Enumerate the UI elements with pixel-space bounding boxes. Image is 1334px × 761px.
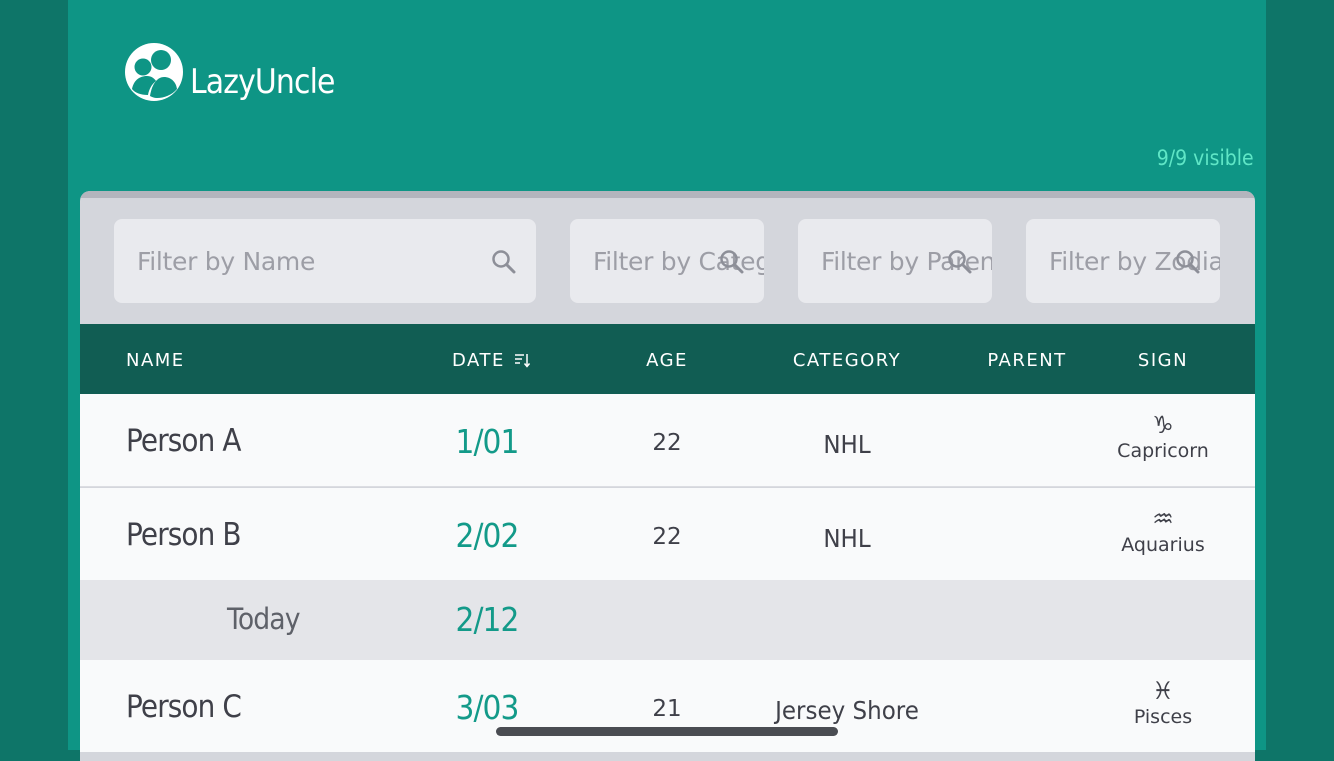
person-category: NHL (823, 524, 871, 553)
person-age: 22 (652, 524, 682, 550)
capricorn-icon: ♑ (1152, 411, 1174, 439)
table-panel: NAME DATE AGE CATEGORY PARENT SIGN Perso… (80, 191, 1255, 761)
table-row[interactable]: Person A 1/01 22 NHL ♑ Capricorn (80, 394, 1255, 487)
table-row[interactable]: Person C 3/03 21 Jersey Shore ♓ Pisces (80, 660, 1255, 752)
app-container: LazyUncle 9/9 visible Filter by Name Fil… (68, 0, 1266, 761)
pisces-icon: ♓ (1152, 677, 1174, 705)
filter-category-field[interactable] (570, 219, 764, 303)
search-icon (720, 250, 744, 274)
today-date: 2/12 (455, 600, 519, 639)
filter-parent-field[interactable] (798, 219, 992, 303)
person-category: Jersey Shore (775, 696, 919, 725)
zodiac-sign: ♒ Aquarius (1121, 506, 1204, 558)
search-icon (492, 250, 516, 274)
person-age: 22 (652, 430, 682, 456)
sort-descending-icon (515, 354, 531, 368)
person-age: 21 (652, 696, 682, 722)
aquarius-icon: ♒ (1152, 505, 1174, 533)
person-name: Person B (126, 517, 241, 553)
birthday-date: 1/01 (455, 422, 519, 461)
zodiac-sign-name: Pisces (1133, 706, 1193, 728)
person-name: Person C (126, 689, 242, 725)
filter-zodiac-field[interactable] (1026, 219, 1220, 303)
table-header: NAME DATE AGE CATEGORY PARENT SIGN (80, 324, 1255, 394)
app-title: LazyUncle (190, 62, 335, 102)
column-header-name[interactable]: NAME (126, 350, 185, 371)
birthday-date: 2/02 (455, 516, 519, 555)
column-header-parent[interactable]: PARENT (987, 350, 1066, 371)
column-header-date-label: DATE (452, 350, 505, 371)
column-header-category[interactable]: CATEGORY (793, 350, 901, 371)
zodiac-sign: ♓ Pisces (1134, 678, 1192, 730)
zodiac-sign: ♑ Capricorn (1117, 412, 1209, 464)
zodiac-sign-name: Aquarius (1121, 534, 1205, 556)
filter-name-field[interactable] (114, 219, 536, 303)
filter-name-input[interactable] (137, 246, 536, 276)
search-icon (1176, 250, 1200, 274)
column-header-sign[interactable]: SIGN (1138, 350, 1188, 371)
zodiac-sign-name: Capricorn (1117, 440, 1209, 462)
people-logo-icon (125, 43, 183, 101)
column-header-date[interactable]: DATE (452, 350, 531, 371)
home-indicator[interactable] (496, 727, 838, 736)
table-row[interactable]: Person B 2/02 22 NHL ♒ Aquarius (80, 488, 1255, 580)
person-category: NHL (823, 430, 871, 459)
today-label: Today (227, 602, 300, 636)
search-icon (948, 250, 972, 274)
column-header-age[interactable]: AGE (646, 350, 688, 371)
birthday-date: 3/03 (455, 688, 519, 727)
person-name: Person A (126, 423, 241, 459)
today-marker-row: Today 2/12 (80, 580, 1255, 660)
visible-count-label: 9/9 visible (1157, 146, 1254, 170)
